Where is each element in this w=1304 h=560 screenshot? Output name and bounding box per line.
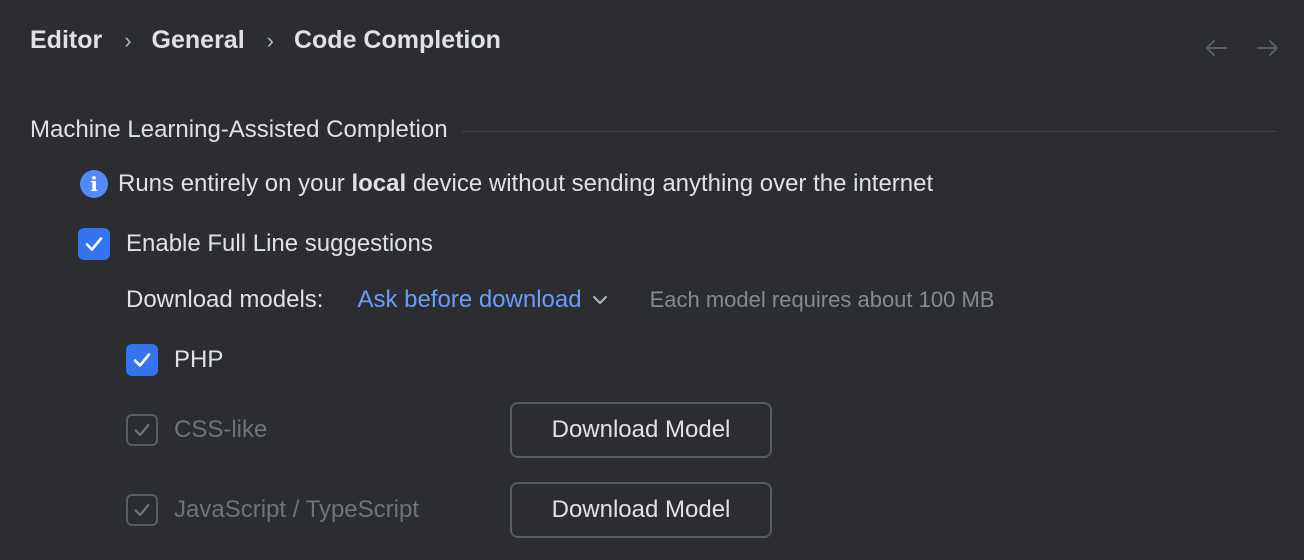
section-title: Machine Learning-Assisted Completion — [30, 116, 448, 143]
chevron-down-icon — [592, 296, 607, 304]
language-option-css-like: CSS-like — [126, 414, 267, 446]
arrow-left-icon[interactable] — [1202, 34, 1230, 62]
checkmark-icon — [133, 353, 151, 367]
breadcrumb-item-editor[interactable]: Editor — [30, 26, 102, 55]
history-navigation — [1202, 34, 1282, 62]
download-models-label: Download models: — [126, 286, 324, 313]
css-like-checkbox — [126, 414, 158, 446]
breadcrumb-item-code-completion: Code Completion — [293, 26, 501, 54]
checkmark-icon — [85, 237, 103, 251]
full-line-checkbox[interactable] — [78, 228, 110, 260]
javascript-typescript-checkbox — [126, 494, 158, 526]
info-text: Runs entirely on your local device witho… — [118, 170, 934, 197]
javascript-typescript-label: JavaScript / TypeScript — [174, 496, 419, 523]
checkmark-icon — [134, 423, 150, 437]
download-models-row: Download models: Ask before download Eac… — [126, 286, 994, 314]
breadcrumb: Editor › General › Code Completion — [30, 26, 501, 55]
download-model-button-css-like[interactable]: Download Model — [510, 402, 772, 458]
section-header: Machine Learning-Assisted Completion — [30, 112, 1276, 148]
download-models-selected: Ask before download — [357, 286, 582, 313]
php-checkbox[interactable] — [126, 344, 158, 376]
breadcrumb-separator-icon: › — [266, 27, 274, 53]
full-line-option[interactable]: Enable Full Line suggestions — [78, 228, 433, 260]
css-like-label: CSS-like — [174, 416, 268, 443]
full-line-label: Enable Full Line suggestions — [126, 230, 433, 257]
arrow-right-icon[interactable] — [1254, 34, 1282, 62]
download-models-hint: Each model requires about 100 MB — [649, 287, 995, 312]
breadcrumb-item-general[interactable]: General — [152, 26, 245, 55]
language-option-javascript-typescript: JavaScript / TypeScript — [126, 494, 419, 526]
breadcrumb-separator-icon: › — [124, 27, 132, 53]
section-divider — [461, 130, 1276, 132]
download-model-button-javascript-typescript[interactable]: Download Model — [510, 482, 772, 538]
download-models-dropdown[interactable]: Ask before download — [357, 286, 607, 314]
info-icon: i — [80, 170, 108, 198]
settings-page: Editor › General › Code Completion Machi… — [0, 0, 1304, 560]
info-message: i Runs entirely on your local device wit… — [80, 170, 933, 198]
checkmark-icon — [134, 503, 150, 517]
php-label: PHP — [174, 346, 224, 373]
language-option-php[interactable]: PHP — [126, 344, 223, 376]
